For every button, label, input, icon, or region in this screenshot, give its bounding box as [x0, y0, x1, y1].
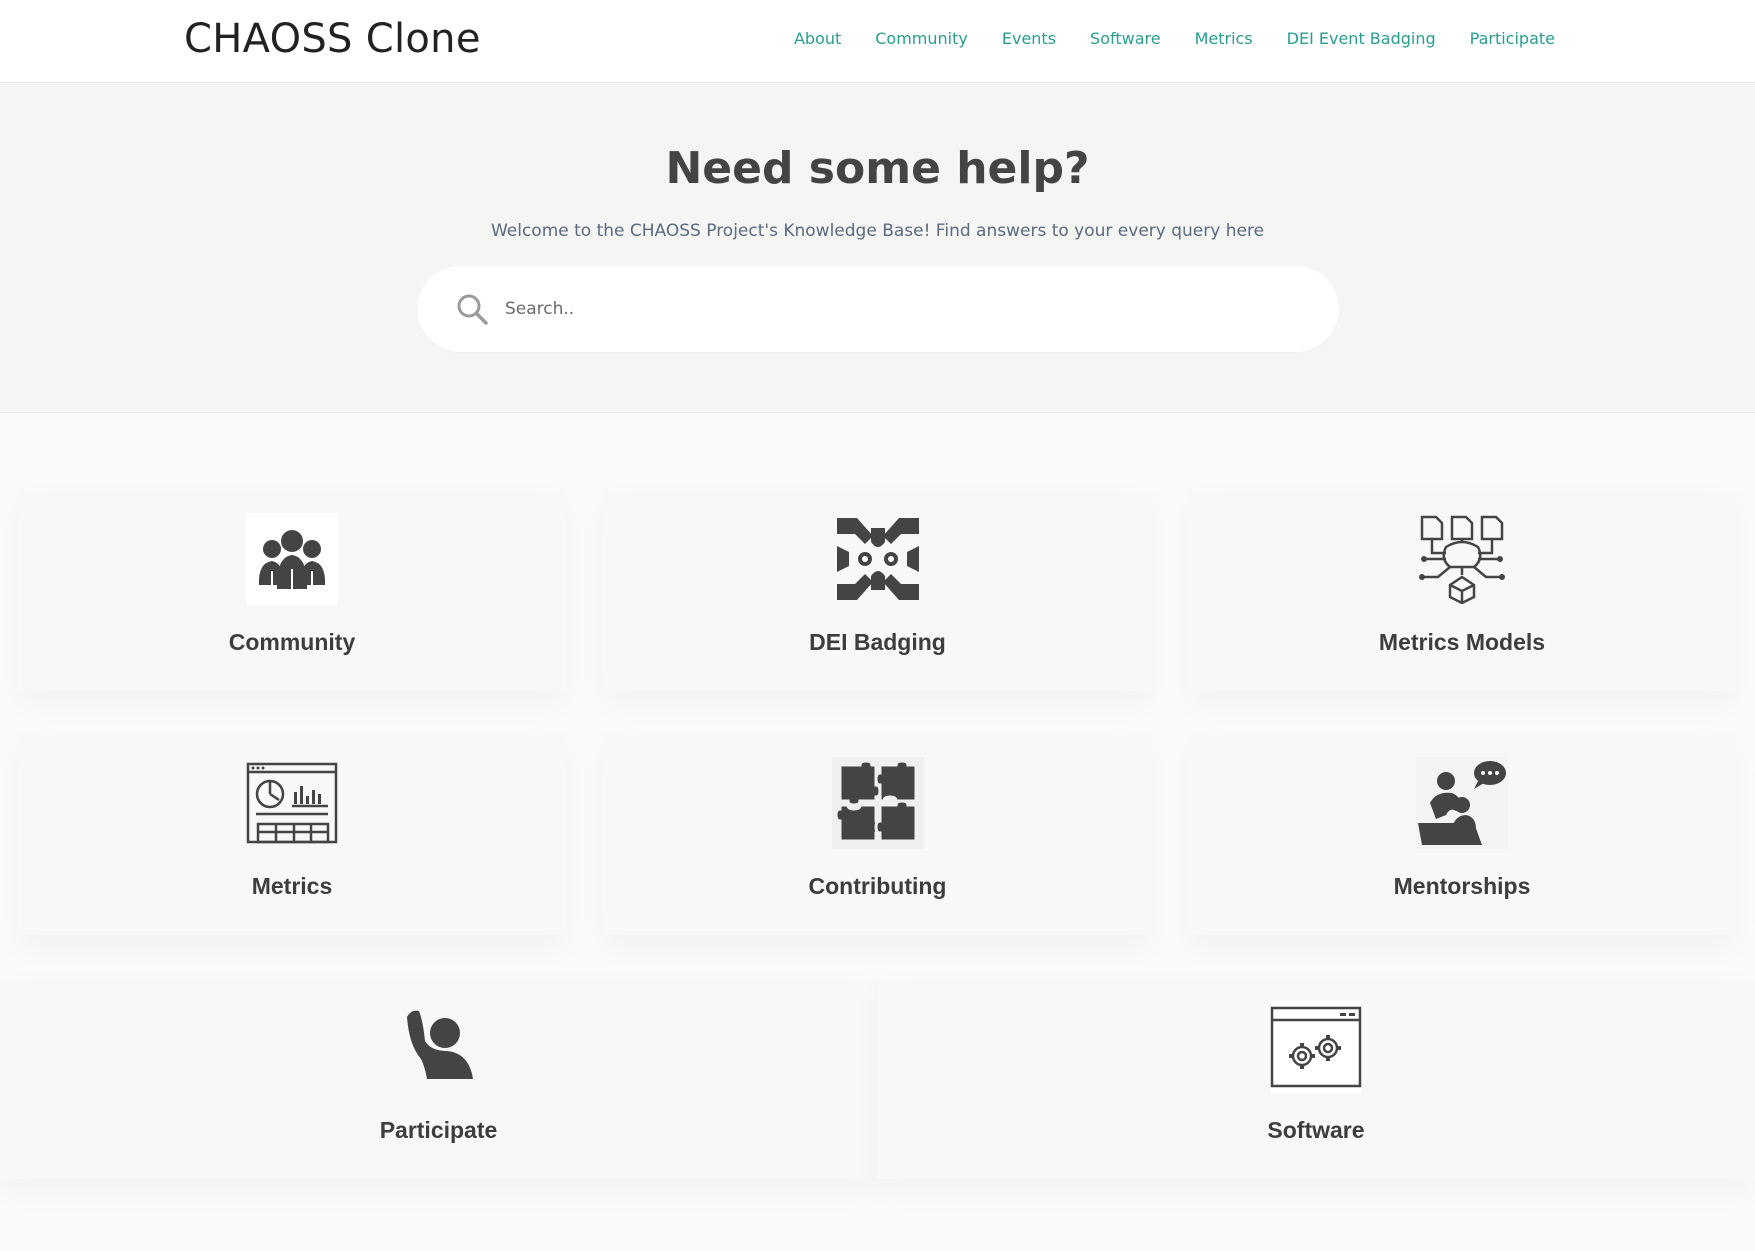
card-label: DEI Badging	[809, 629, 946, 655]
search-input[interactable]	[505, 279, 1339, 339]
search-bar	[417, 266, 1339, 352]
card-label: Mentorships	[1393, 873, 1531, 899]
network-model-icon	[1416, 513, 1508, 605]
hero-subtitle: Welcome to the CHAOSS Project's Knowledg…	[490, 221, 1265, 241]
card-metrics-models[interactable]: Metrics Models	[1188, 491, 1736, 691]
site-logo[interactable]: CHAOSS Clone	[184, 16, 481, 62]
search-icon[interactable]	[455, 292, 489, 326]
card-metrics[interactable]: Metrics	[18, 735, 566, 935]
card-label: Community	[228, 629, 356, 655]
nav-link-dei-event-badging[interactable]: DEI Event Badging	[1287, 29, 1436, 48]
people-group-icon	[246, 513, 338, 605]
card-label: Participate	[379, 1117, 498, 1143]
mentor-chat-icon	[1416, 757, 1508, 849]
nav-link-events[interactable]: Events	[1002, 29, 1056, 48]
card-label: Contributing	[808, 873, 947, 899]
dashboard-icon	[246, 757, 338, 849]
card-label: Software	[1267, 1117, 1365, 1143]
card-community[interactable]: Community	[18, 491, 566, 691]
nav-link-software[interactable]: Software	[1090, 29, 1161, 48]
card-software[interactable]: Software	[877, 979, 1755, 1179]
card-contributing[interactable]: Contributing	[603, 735, 1152, 935]
card-label: Metrics Models	[1378, 629, 1546, 655]
puzzle-pieces-icon	[831, 757, 924, 849]
hero-title: Need some help?	[665, 143, 1090, 194]
card-participate[interactable]: Participate	[0, 979, 877, 1179]
nav-link-community[interactable]: Community	[875, 29, 968, 48]
raised-hand-icon	[393, 1001, 485, 1093]
main-nav: About Community Events Software Metrics …	[794, 29, 1555, 48]
category-grid: Community DEI Badging Metrics Models Met…	[0, 413, 1755, 1250]
nav-link-about[interactable]: About	[794, 29, 841, 48]
top-navbar: CHAOSS Clone About Community Events Soft…	[0, 0, 1755, 83]
hands-together-icon	[832, 513, 924, 605]
card-label: Metrics	[251, 873, 333, 899]
nav-link-participate[interactable]: Participate	[1470, 29, 1555, 48]
card-mentorships[interactable]: Mentorships	[1188, 735, 1736, 935]
hero-section: Need some help? Welcome to the CHAOSS Pr…	[0, 83, 1755, 413]
nav-link-metrics[interactable]: Metrics	[1195, 29, 1253, 48]
card-dei-badging[interactable]: DEI Badging	[603, 491, 1152, 691]
browser-gears-icon	[1270, 1001, 1362, 1093]
